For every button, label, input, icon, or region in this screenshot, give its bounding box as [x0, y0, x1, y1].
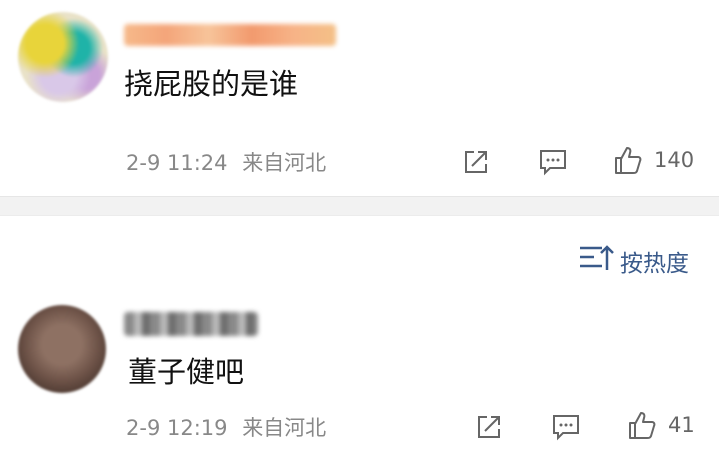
comment-icon: [538, 148, 568, 176]
share-icon: [475, 413, 503, 441]
username-blurred[interactable]: [124, 312, 258, 336]
comment-icon: [551, 413, 581, 441]
avatar[interactable]: [18, 305, 106, 393]
like-button[interactable]: 41: [626, 409, 695, 441]
like-count: 41: [668, 413, 695, 437]
comment-time: 2-9 12:19: [126, 416, 228, 440]
share-icon: [462, 148, 490, 176]
sort-icon: [578, 243, 614, 279]
comment-button[interactable]: [551, 413, 581, 441]
comment-time: 2-9 11:24: [126, 151, 228, 175]
comment-meta: 2-9 12:19 来自河北: [126, 415, 326, 441]
username-blurred[interactable]: [124, 24, 336, 46]
share-button[interactable]: [475, 413, 503, 441]
comment-text: 董子健吧: [128, 355, 245, 389]
sort-label: 按热度: [620, 251, 689, 277]
comment-location: 来自河北: [242, 151, 327, 175]
thumbs-up-icon: [612, 144, 644, 176]
comment-location: 来自河北: [242, 416, 327, 440]
avatar[interactable]: [18, 12, 108, 102]
thumbs-up-icon: [626, 409, 658, 441]
comment-text: 挠屁股的是谁: [124, 67, 299, 101]
sort-by-hot-button[interactable]: 按热度: [578, 243, 689, 279]
comment-meta: 2-9 11:24 来自河北: [126, 150, 326, 176]
share-button[interactable]: [462, 148, 490, 176]
like-count: 140: [654, 148, 695, 172]
section-divider: [0, 196, 719, 216]
comment-button[interactable]: [538, 148, 568, 176]
like-button[interactable]: 140: [612, 144, 694, 176]
